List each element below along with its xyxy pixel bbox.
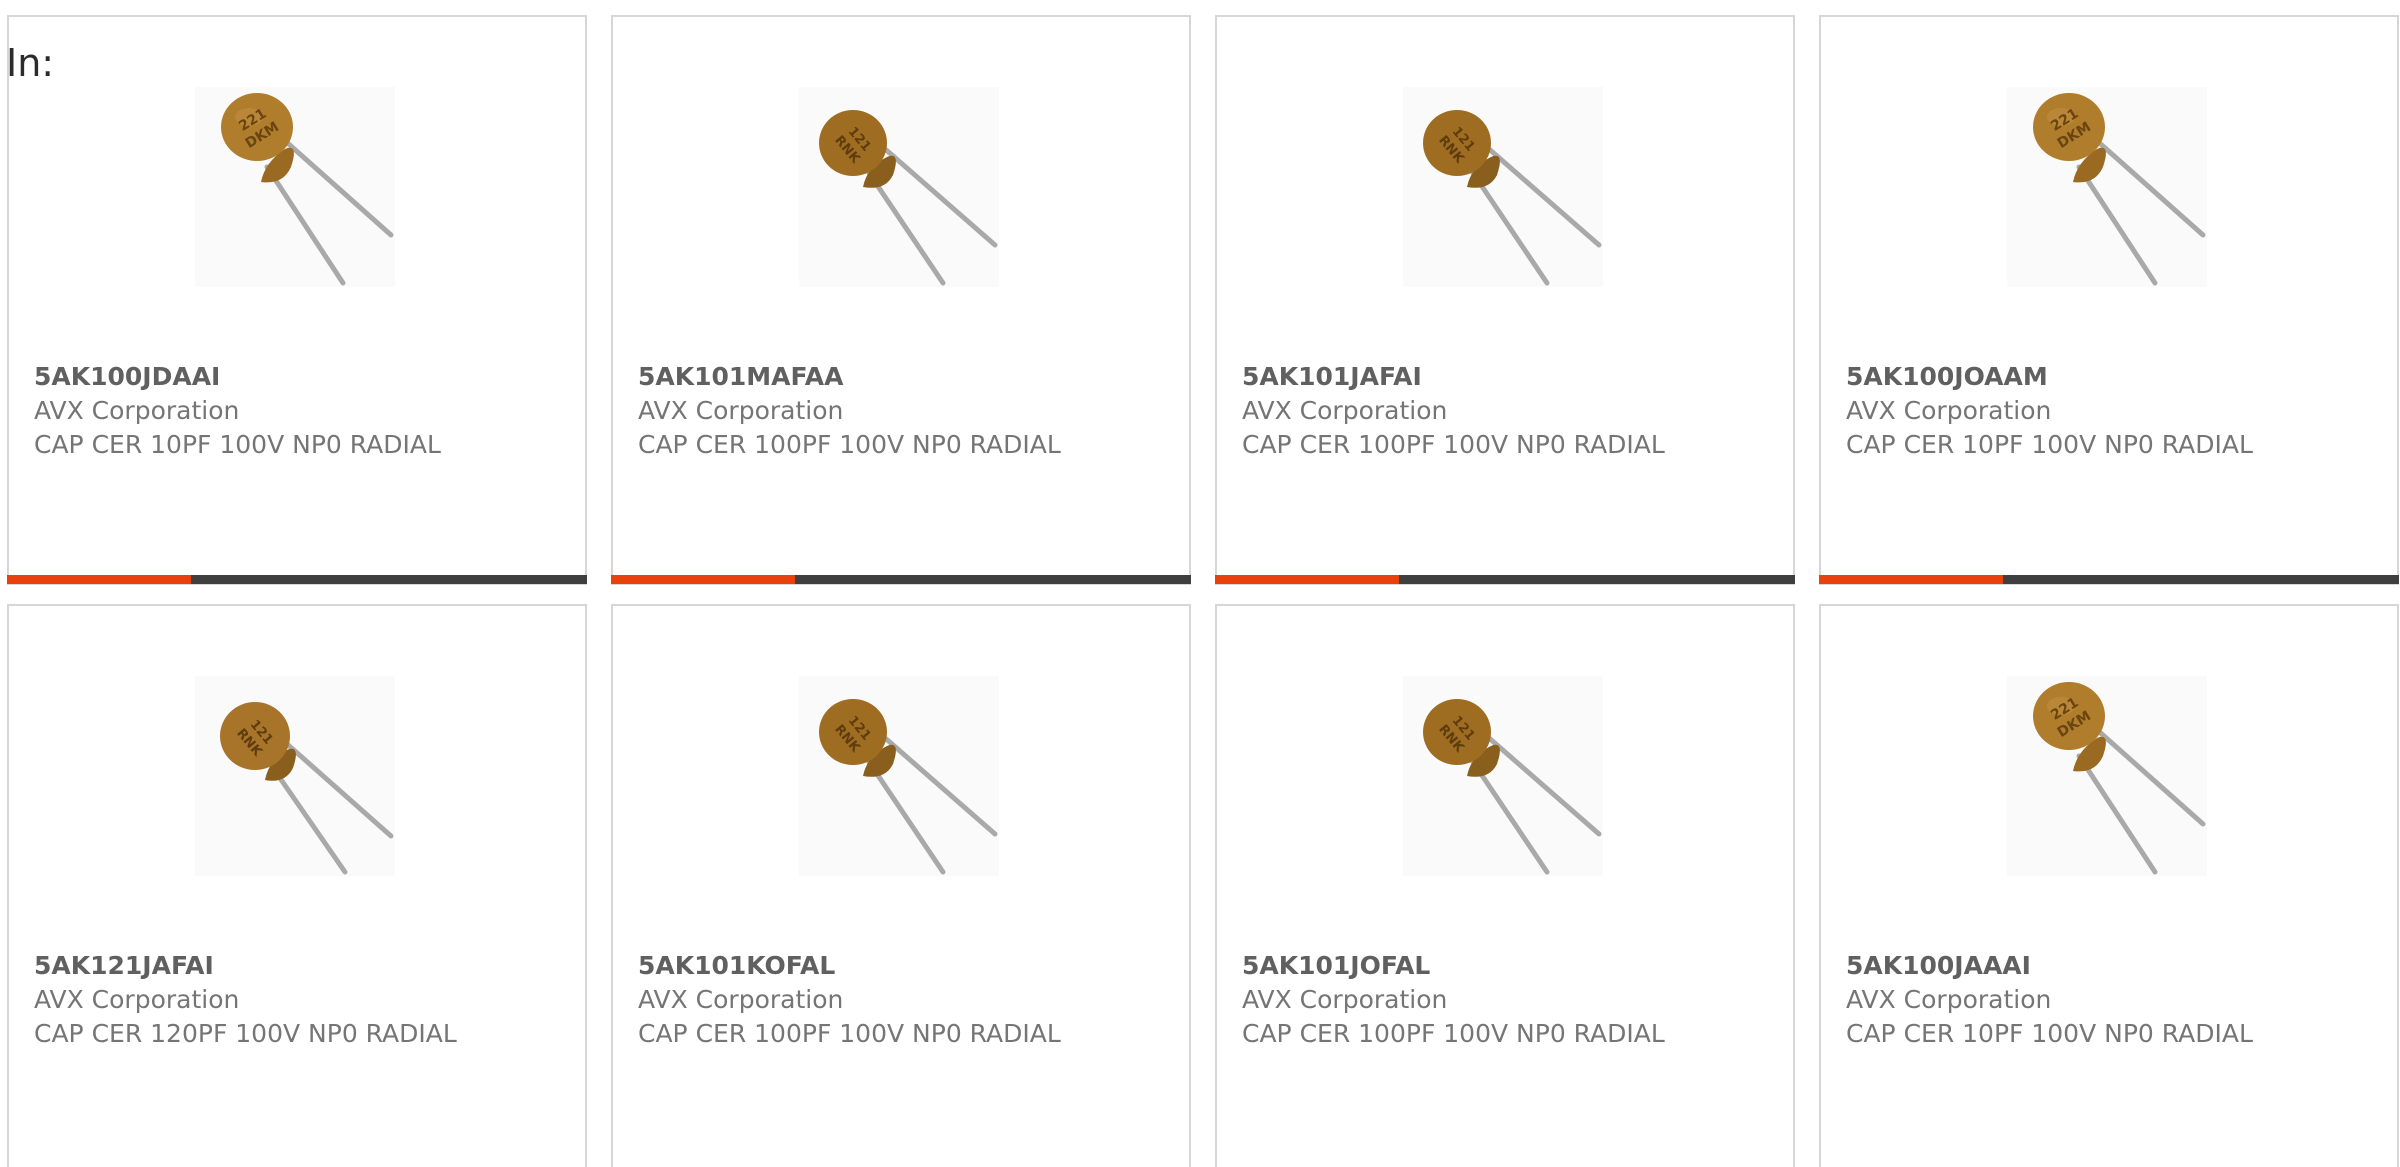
product-card[interactable]: 121 RNK 5AK101JOFAL AVX Corporation CAP … <box>1215 604 1795 1167</box>
card-accent-bar <box>1819 575 2003 584</box>
product-card[interactable]: 221 DKM 5AK100JDAAI AVX Corporation CAP … <box>7 15 587 585</box>
manufacturer-name: AVX Corporation <box>1846 985 2052 1014</box>
product-description: CAP CER 120PF 100V NP0 RADIAL <box>34 1019 457 1048</box>
product-card[interactable]: 121 RNK 5AK101MAFAA AVX Corporation CAP … <box>611 15 1191 585</box>
product-description: CAP CER 100PF 100V NP0 RADIAL <box>1242 1019 1665 1048</box>
ceramic-disc-capacitor-icon[interactable]: 121 RNK <box>799 676 999 876</box>
card-bottom-bar <box>1215 575 1795 584</box>
product-description: CAP CER 10PF 100V NP0 RADIAL <box>34 430 441 459</box>
card-bottom-bar <box>1819 575 2399 584</box>
in-label: In: <box>6 41 55 85</box>
product-card[interactable]: 121 RNK 5AK121JAFAI AVX Corporation CAP … <box>7 604 587 1167</box>
card-accent-bar <box>1215 575 1399 584</box>
manufacturer-name: AVX Corporation <box>1846 396 2052 425</box>
ceramic-disc-capacitor-icon[interactable]: 221 DKM <box>195 87 395 287</box>
product-info: 5AK101JOFAL AVX Corporation CAP CER 100P… <box>1242 949 1672 1051</box>
manufacturer-name: AVX Corporation <box>34 985 240 1014</box>
part-number-link[interactable]: 5AK100JAAAI <box>1846 949 2276 983</box>
part-number-link[interactable]: 5AK100JOAAM <box>1846 360 2276 394</box>
product-description: CAP CER 10PF 100V NP0 RADIAL <box>1846 1019 2253 1048</box>
product-info: 5AK121JAFAI AVX Corporation CAP CER 120P… <box>34 949 464 1051</box>
manufacturer-name: AVX Corporation <box>1242 396 1448 425</box>
part-number-link[interactable]: 5AK101KOFAL <box>638 949 1068 983</box>
product-card[interactable]: 221 DKM 5AK100JOAAM AVX Corporation CAP … <box>1819 15 2399 585</box>
product-card[interactable]: 121 RNK 5AK101KOFAL AVX Corporation CAP … <box>611 604 1191 1167</box>
product-description: CAP CER 100PF 100V NP0 RADIAL <box>638 430 1061 459</box>
product-info: 5AK100JOAAM AVX Corporation CAP CER 10PF… <box>1846 360 2276 462</box>
product-info: 5AK101KOFAL AVX Corporation CAP CER 100P… <box>638 949 1068 1051</box>
card-accent-bar <box>7 575 191 584</box>
product-description: CAP CER 100PF 100V NP0 RADIAL <box>638 1019 1061 1048</box>
product-info: 5AK100JAAAI AVX Corporation CAP CER 10PF… <box>1846 949 2276 1051</box>
product-description: CAP CER 10PF 100V NP0 RADIAL <box>1846 430 2253 459</box>
card-bottom-bar <box>611 575 1191 584</box>
product-card[interactable]: 221 DKM 5AK100JAAAI AVX Corporation CAP … <box>1819 604 2399 1167</box>
part-number-link[interactable]: 5AK121JAFAI <box>34 949 464 983</box>
product-card[interactable]: 121 RNK 5AK101JAFAI AVX Corporation CAP … <box>1215 15 1795 585</box>
part-number-link[interactable]: 5AK101MAFAA <box>638 360 1068 394</box>
card-bottom-bar <box>7 575 587 584</box>
manufacturer-name: AVX Corporation <box>1242 985 1448 1014</box>
manufacturer-name: AVX Corporation <box>638 985 844 1014</box>
ceramic-disc-capacitor-icon[interactable]: 121 RNK <box>1403 87 1603 287</box>
ceramic-disc-capacitor-icon[interactable]: 121 RNK <box>799 87 999 287</box>
product-grid-page: In: 221 DKM 5AK100JDAAI AVX Corporation … <box>0 0 2400 1167</box>
ceramic-disc-capacitor-icon[interactable]: 221 DKM <box>2007 87 2207 287</box>
manufacturer-name: AVX Corporation <box>34 396 240 425</box>
product-info: 5AK101JAFAI AVX Corporation CAP CER 100P… <box>1242 360 1672 462</box>
part-number-link[interactable]: 5AK100JDAAI <box>34 360 464 394</box>
ceramic-disc-capacitor-icon[interactable]: 121 RNK <box>195 676 395 876</box>
part-number-link[interactable]: 5AK101JAFAI <box>1242 360 1672 394</box>
product-info: 5AK100JDAAI AVX Corporation CAP CER 10PF… <box>34 360 464 462</box>
product-info: 5AK101MAFAA AVX Corporation CAP CER 100P… <box>638 360 1068 462</box>
ceramic-disc-capacitor-icon[interactable]: 221 DKM <box>2007 676 2207 876</box>
ceramic-disc-capacitor-icon[interactable]: 121 RNK <box>1403 676 1603 876</box>
card-accent-bar <box>611 575 795 584</box>
part-number-link[interactable]: 5AK101JOFAL <box>1242 949 1672 983</box>
manufacturer-name: AVX Corporation <box>638 396 844 425</box>
product-description: CAP CER 100PF 100V NP0 RADIAL <box>1242 430 1665 459</box>
